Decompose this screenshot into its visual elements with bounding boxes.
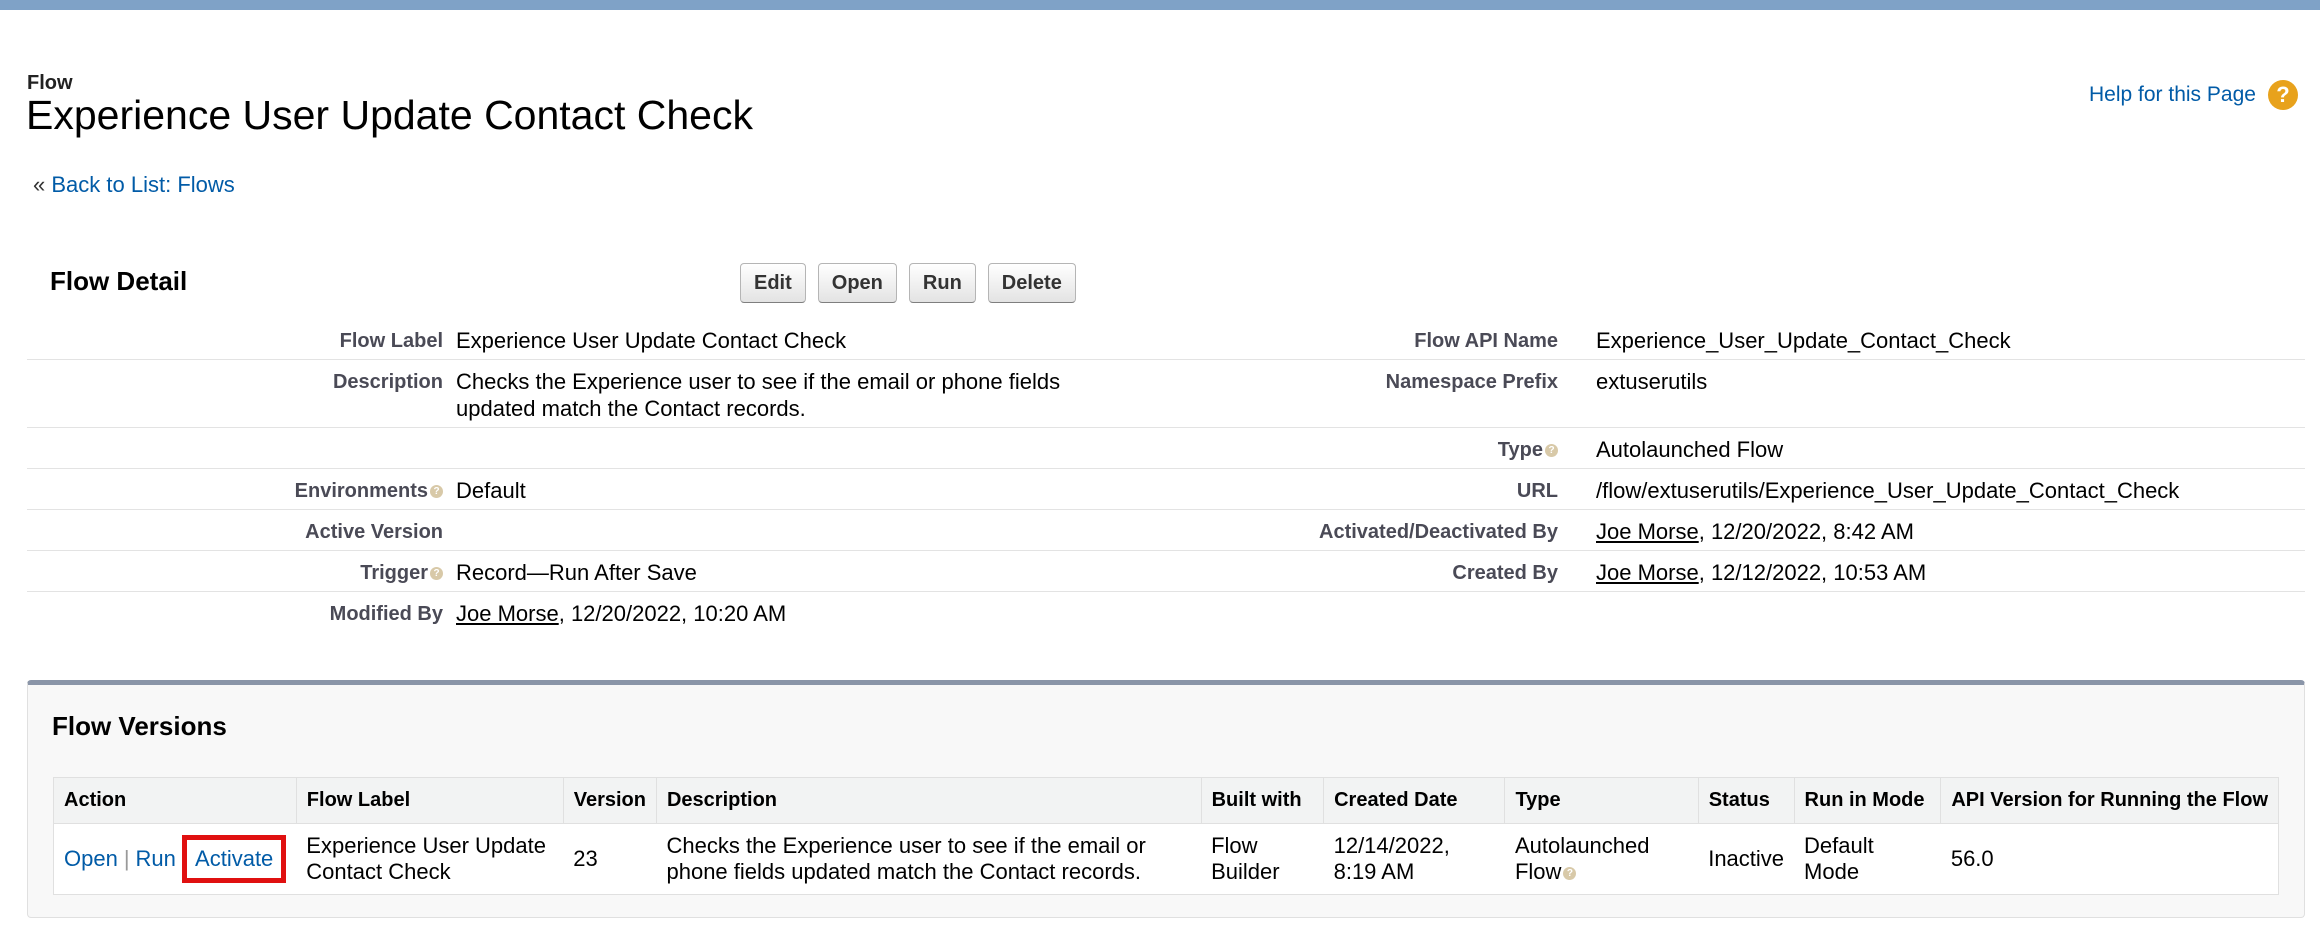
flow-label-label: Flow Label xyxy=(339,330,443,352)
edit-button[interactable]: Edit xyxy=(740,263,806,303)
question-icon[interactable]: ? xyxy=(2267,80,2298,110)
flow-detail-title: Flow Detail xyxy=(50,266,188,296)
detail-row: Modified By Joe Morse, 12/20/2022, 10:20… xyxy=(27,591,2305,632)
flow-versions-panel: Flow Versions Action Flow Label Version … xyxy=(27,680,2305,918)
detail-row: Trigger? Record—Run After Save Created B… xyxy=(27,550,2305,592)
column-header: API Version for Running the Flow xyxy=(1940,777,2279,824)
url-value: /flow/extuserutils/Experience_User_Updat… xyxy=(1596,478,2180,503)
help-icon[interactable]: ? xyxy=(1545,444,1558,458)
version-created-date: 12/14/2022, 8:19 AM xyxy=(1323,823,1505,895)
open-button[interactable]: Open xyxy=(817,263,897,303)
environments-label-text: Environments xyxy=(294,480,428,502)
flow-versions-table: Action Flow Label Version Description Bu… xyxy=(53,777,2279,895)
namespace-label: Namespace Prefix xyxy=(1385,371,1558,393)
modified-by-date: , 12/20/2022, 10:20 AM xyxy=(558,601,787,626)
type-value: Autolaunched Flow xyxy=(1596,437,1784,462)
version-type-text: Autolaunched Flow xyxy=(1514,833,1650,884)
page-title: Experience User Update Contact Check xyxy=(26,92,753,138)
type-label: Type? xyxy=(1498,439,1558,462)
created-by-label: Created By xyxy=(1452,562,1558,584)
version-number: 23 xyxy=(563,823,657,895)
version-flow-label: Experience User Update Contact Check xyxy=(296,823,564,895)
environments-value: Default xyxy=(456,478,526,503)
table-row: Open | Run Activate Experience User Update… xyxy=(53,823,2279,895)
activated-by-value: Joe Morse, 12/20/2022, 8:42 AM xyxy=(1596,518,1914,545)
action-separator: | xyxy=(123,846,130,871)
api-name-label: Flow API Name xyxy=(1414,330,1558,352)
url-label: URL xyxy=(1516,480,1558,502)
detail-row: Environments? Default URL /flow/extuseru… xyxy=(27,468,2305,510)
action-cell: Open | Run Activate xyxy=(53,823,297,895)
top-header-bar xyxy=(0,0,2320,10)
detail-row: Active Version Activated/Deactivated By … xyxy=(27,509,2305,551)
detail-row: Description Checks the Experience user t… xyxy=(27,359,2305,428)
description-label: Description xyxy=(332,371,443,393)
run-version-link[interactable]: Run xyxy=(136,846,176,871)
column-header: Run in Mode xyxy=(1793,777,1942,824)
open-version-link[interactable]: Open xyxy=(64,846,118,871)
trigger-value: Record—Run After Save xyxy=(456,560,697,585)
api-name-value: Experience_User_Update_Contact_Check xyxy=(1596,328,2011,353)
modified-by-label: Modified By xyxy=(329,603,443,625)
column-header: Status xyxy=(1697,777,1795,824)
column-header: Description xyxy=(655,777,1202,824)
activated-by-date: , 12/20/2022, 8:42 AM xyxy=(1698,519,1914,544)
help-icon[interactable]: ? xyxy=(430,567,443,581)
created-by-value: Joe Morse, 12/12/2022, 10:53 AM xyxy=(1596,559,1926,586)
description-value: Checks the Experience user to see if the… xyxy=(456,369,1061,421)
help-section: Help for this Page ? xyxy=(2089,80,2298,110)
modified-by-user-link[interactable]: Joe Morse xyxy=(456,601,559,626)
column-header: Created Date xyxy=(1323,777,1506,824)
version-description: Checks the Experience user to see if the… xyxy=(656,823,1202,895)
run-button[interactable]: Run xyxy=(908,263,976,303)
breadcrumb: « Back to List: Flows xyxy=(33,172,235,198)
help-icon[interactable]: ? xyxy=(1563,866,1577,880)
table-header-row: Action Flow Label Version Description Bu… xyxy=(53,777,2279,824)
column-header: Built with xyxy=(1200,777,1325,824)
version-run-mode: Default Mode xyxy=(1794,823,1941,895)
version-type: Autolaunched Flow? xyxy=(1504,823,1699,895)
activated-by-user-link[interactable]: Joe Morse xyxy=(1596,519,1699,544)
flow-label-value: Experience User Update Contact Check xyxy=(456,328,847,353)
back-to-list-link[interactable]: Back to List: Flows xyxy=(51,172,234,197)
modified-by-value: Joe Morse, 12/20/2022, 10:20 AM xyxy=(456,600,1136,627)
back-prefix: « xyxy=(33,172,46,197)
namespace-value: extuserutils xyxy=(1596,369,1708,394)
created-by-date: , 12/12/2022, 10:53 AM xyxy=(1698,560,1927,585)
type-label-text: Type xyxy=(1497,439,1543,461)
delete-button[interactable]: Delete xyxy=(987,263,1076,303)
column-header: Type xyxy=(1504,777,1699,824)
flow-versions-title: Flow Versions xyxy=(52,711,227,741)
version-built-with: Flow Builder xyxy=(1201,823,1324,895)
detail-row: Flow Label Experience User Update Contac… xyxy=(27,318,2305,360)
detail-row: Type? Autolaunched Flow xyxy=(27,427,2305,469)
detail-button-bar: Edit Open Run Delete xyxy=(740,263,1076,303)
version-status: Inactive xyxy=(1698,823,1795,895)
environments-label: Environments? xyxy=(295,480,443,503)
activated-by-label: Activated/Deactivated By xyxy=(1319,521,1558,543)
activate-version-link[interactable]: Activate xyxy=(182,835,287,883)
column-header: Action xyxy=(53,777,297,824)
help-icon[interactable]: ? xyxy=(430,485,443,499)
active-version-label: Active Version xyxy=(305,521,443,543)
trigger-label-text: Trigger xyxy=(360,562,428,584)
version-api-version: 56.0 xyxy=(1940,823,2279,895)
column-header: Flow Label xyxy=(295,777,564,824)
trigger-label: Trigger? xyxy=(360,562,443,585)
column-header: Version xyxy=(562,777,657,824)
help-link[interactable]: Help for this Page xyxy=(2089,83,2256,107)
created-by-user-link[interactable]: Joe Morse xyxy=(1596,560,1699,585)
